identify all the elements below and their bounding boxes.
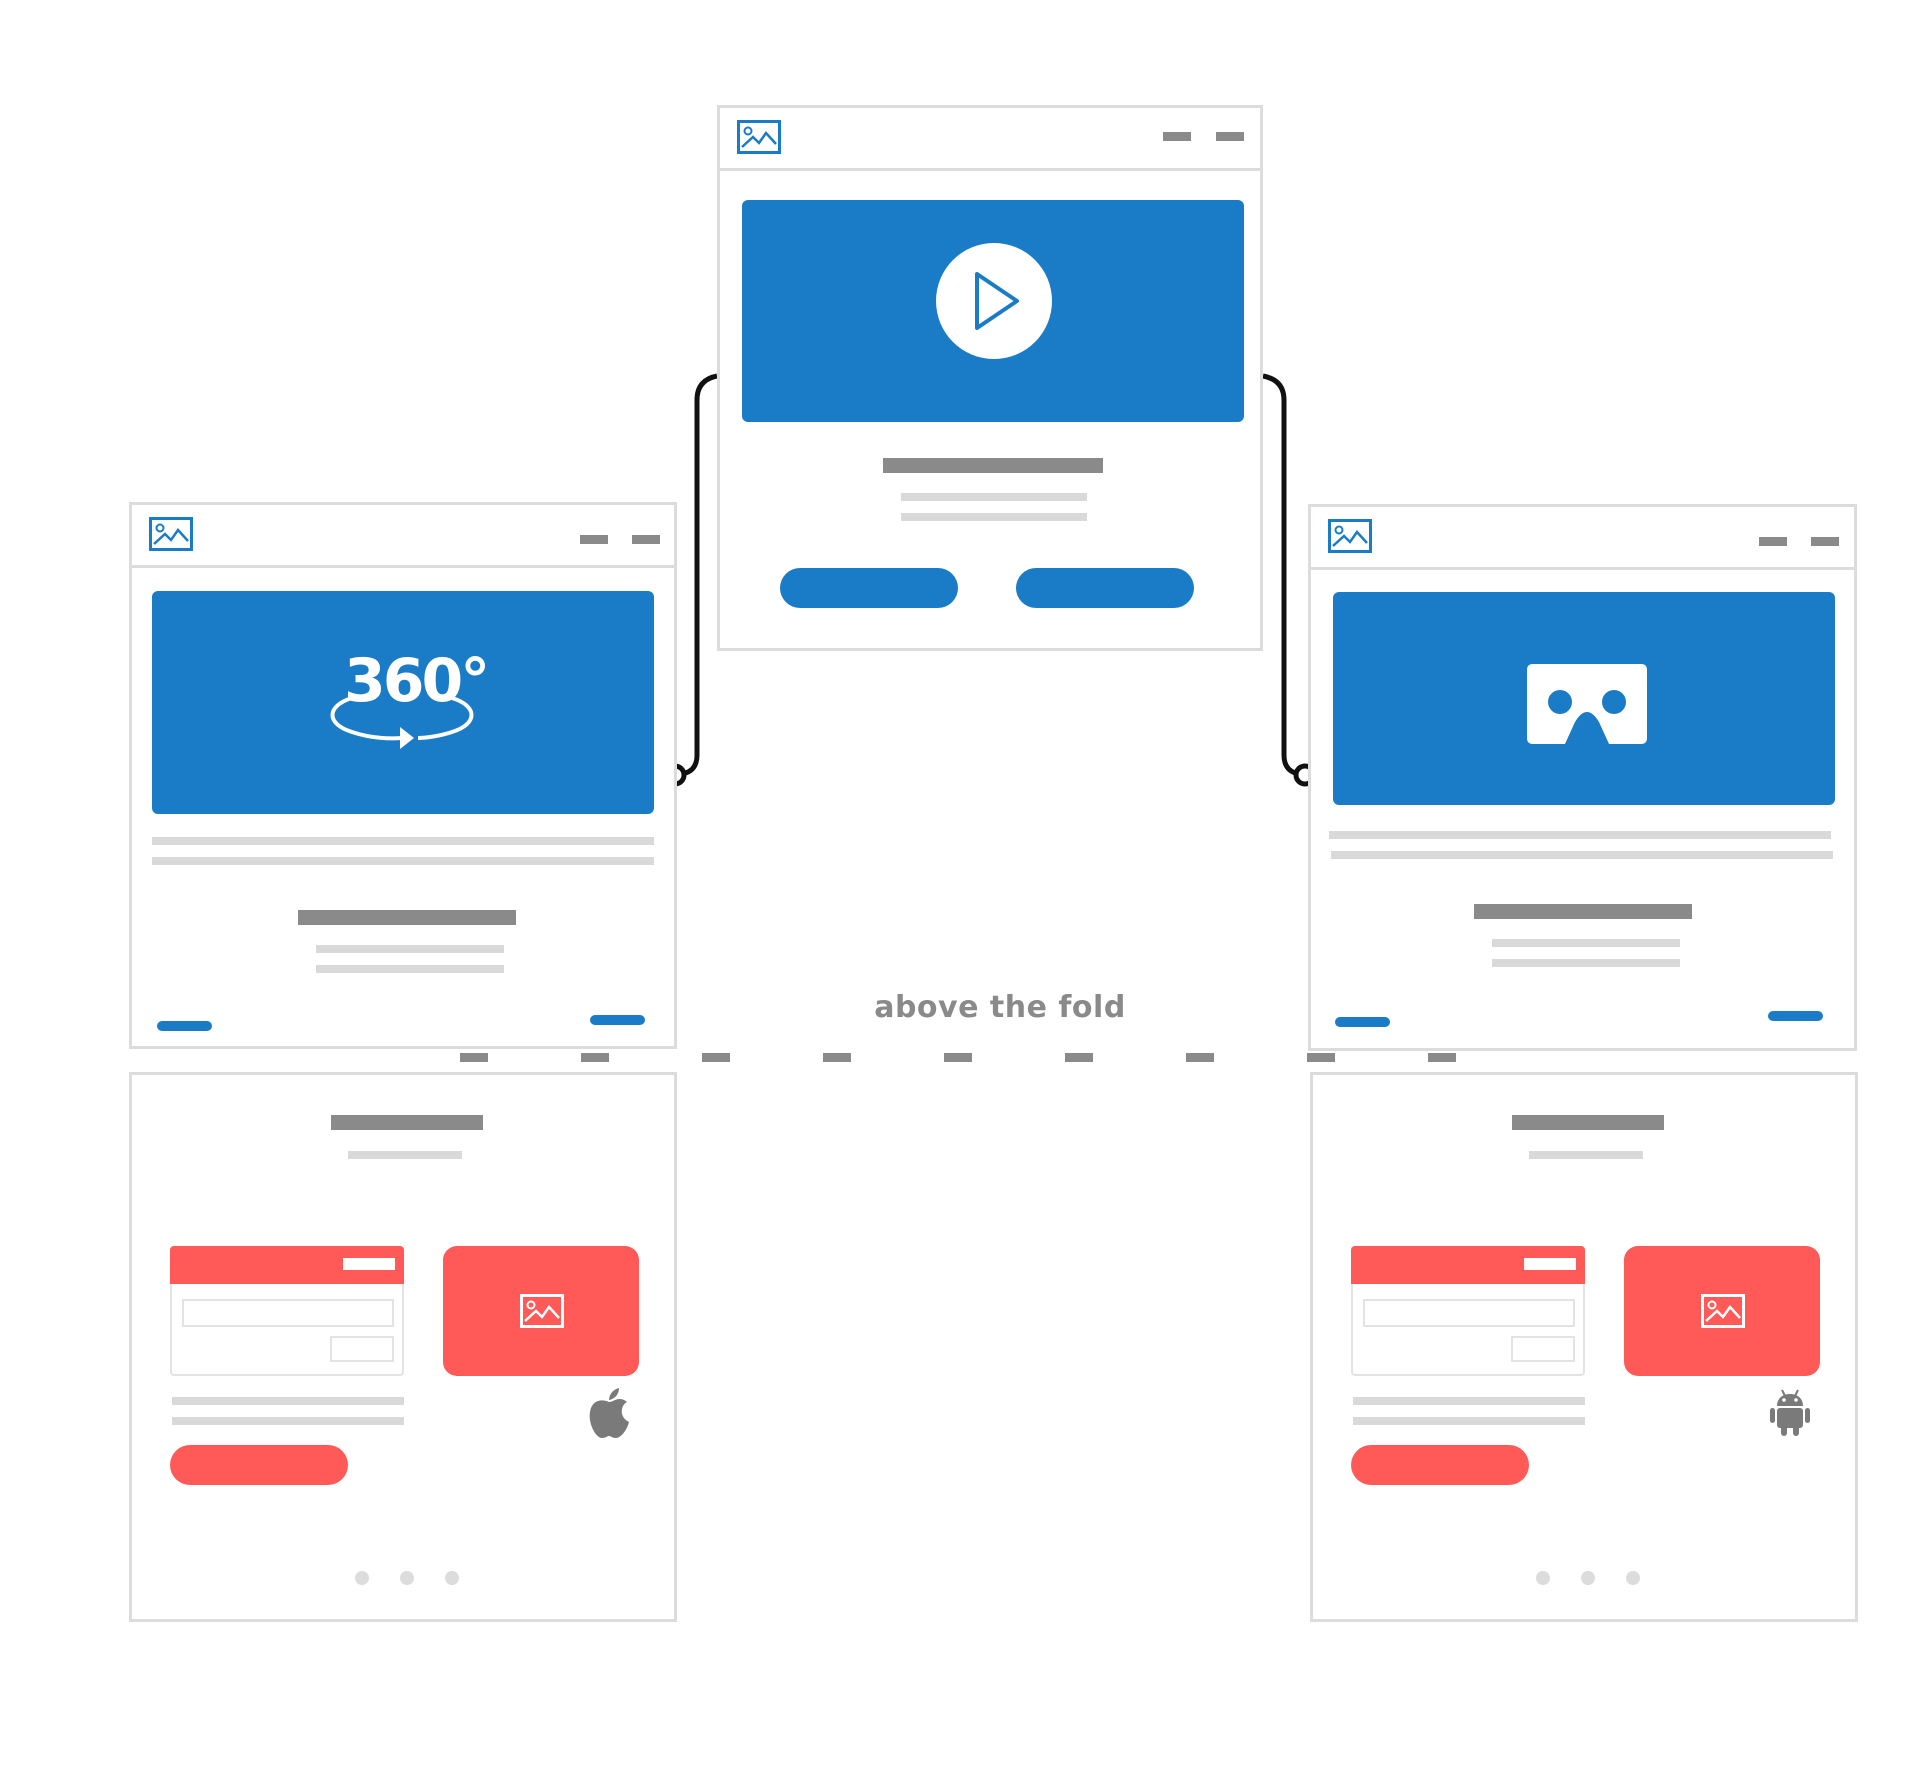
text-placeholder (1331, 851, 1833, 859)
text-placeholder (316, 945, 504, 953)
text-placeholder (172, 1417, 404, 1425)
form-card-tag (343, 1258, 395, 1270)
text-placeholder (152, 857, 654, 865)
image-placeholder-icon (1701, 1294, 1745, 1328)
image-placeholder-icon (520, 1294, 564, 1328)
apple-icon (589, 1388, 629, 1438)
panorama-hero[interactable]: 360° (152, 591, 654, 814)
title-placeholder (298, 910, 516, 925)
title-placeholder (1474, 904, 1692, 919)
connector-left (676, 373, 718, 777)
text-placeholder (901, 513, 1087, 521)
image-placeholder-icon (1328, 519, 1372, 553)
video-hero[interactable] (742, 200, 1244, 422)
primary-button[interactable] (780, 568, 958, 608)
form-card (1351, 1246, 1585, 1376)
menu-dash[interactable] (1163, 132, 1191, 141)
menu-dash[interactable] (1216, 132, 1244, 141)
frame-android-app (1310, 1072, 1858, 1622)
frame-vr-landing (1308, 504, 1857, 1051)
carousel-dot[interactable] (1626, 1571, 1640, 1585)
form-card-header (1351, 1246, 1585, 1284)
form-card-tag (1524, 1258, 1576, 1270)
text-placeholder (1353, 1397, 1585, 1405)
text-placeholder (1529, 1151, 1643, 1159)
android-icon (1770, 1389, 1810, 1436)
form-card (170, 1246, 404, 1376)
app-preview-tile[interactable] (1624, 1246, 1820, 1376)
text-placeholder (172, 1397, 404, 1405)
360-degree-icon: 360° (322, 646, 490, 756)
fold-dash (1428, 1053, 1456, 1062)
fold-dash (823, 1053, 851, 1062)
frame-header (720, 108, 1260, 171)
menu-dash[interactable] (1811, 537, 1839, 546)
fold-dash (1307, 1053, 1335, 1062)
frame-video-landing (717, 105, 1263, 651)
image-placeholder-icon (149, 517, 193, 551)
form-input[interactable] (1363, 1299, 1575, 1327)
fold-dash (581, 1053, 609, 1062)
fold-dash (1186, 1053, 1214, 1062)
frame-header (132, 505, 674, 568)
play-icon[interactable] (935, 242, 1053, 360)
link-button[interactable] (157, 1021, 212, 1031)
fold-dash (460, 1053, 488, 1062)
text-placeholder (1492, 959, 1680, 967)
title-placeholder (331, 1115, 483, 1130)
link-button[interactable] (1768, 1011, 1823, 1021)
fold-label: above the fold (874, 990, 1126, 1025)
form-small-input[interactable] (330, 1336, 394, 1362)
carousel-dot[interactable] (1536, 1571, 1550, 1585)
form-small-input[interactable] (1511, 1336, 1575, 1362)
link-button[interactable] (590, 1015, 645, 1025)
title-placeholder (883, 458, 1103, 473)
carousel-dot[interactable] (355, 1571, 369, 1585)
text-placeholder (1353, 1417, 1585, 1425)
menu-dash[interactable] (580, 535, 608, 544)
app-preview-tile[interactable] (443, 1246, 639, 1376)
text-placeholder (1329, 831, 1831, 839)
download-button[interactable] (1351, 1445, 1529, 1485)
text-placeholder (316, 965, 504, 973)
vr-headset-icon (1527, 664, 1647, 744)
fold-dash (1065, 1053, 1093, 1062)
fold-dash (702, 1053, 730, 1062)
carousel-dot[interactable] (1581, 1571, 1595, 1585)
form-input[interactable] (182, 1299, 394, 1327)
text-placeholder (348, 1151, 462, 1159)
title-placeholder (1512, 1115, 1664, 1130)
form-card-header (170, 1246, 404, 1284)
carousel-dot[interactable] (445, 1571, 459, 1585)
download-button[interactable] (170, 1445, 348, 1485)
vr-hero[interactable] (1333, 592, 1835, 805)
frame-ios-app (129, 1072, 677, 1622)
frame-360-landing: 360° (129, 502, 677, 1049)
fold-dash (944, 1053, 972, 1062)
carousel-dot[interactable] (400, 1571, 414, 1585)
text-placeholder (901, 493, 1087, 501)
frame-header (1311, 507, 1854, 570)
menu-dash[interactable] (632, 535, 660, 544)
connector-right (1262, 373, 1305, 777)
secondary-button[interactable] (1016, 568, 1194, 608)
text-placeholder (1492, 939, 1680, 947)
text-placeholder (152, 837, 654, 845)
menu-dash[interactable] (1759, 537, 1787, 546)
link-button[interactable] (1335, 1017, 1390, 1027)
image-placeholder-icon (737, 120, 781, 154)
